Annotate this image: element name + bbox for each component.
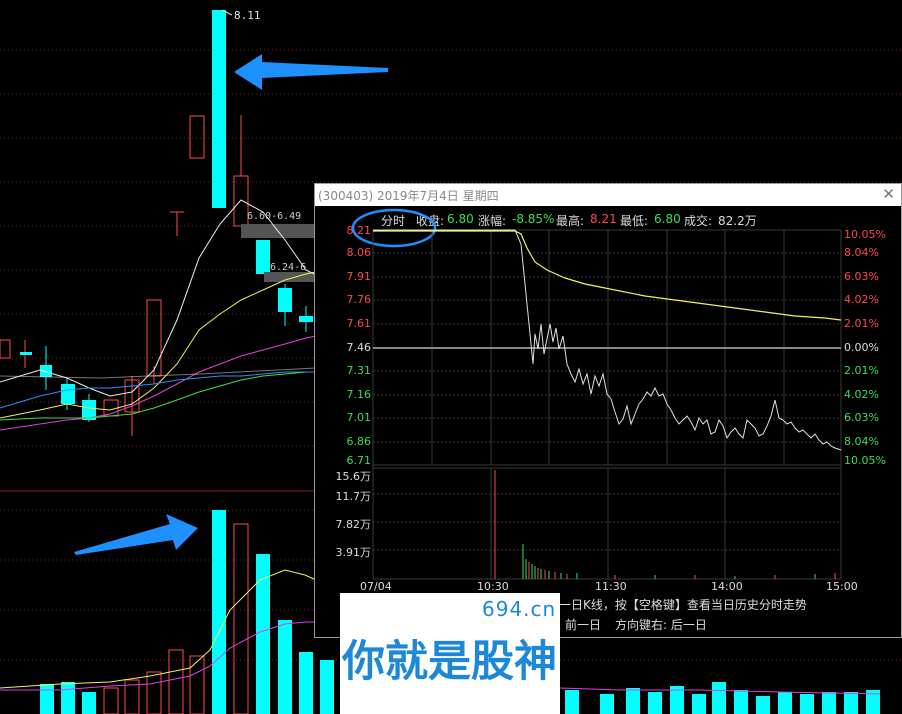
- volume-bar: [712, 682, 726, 714]
- time-axis: 07/04 10:30 11:30 14:00 15:00: [315, 580, 902, 594]
- volume-bar: [189, 655, 205, 714]
- ma10-line: [0, 271, 317, 419]
- volume-bar: [692, 694, 706, 714]
- volume-tick: 7.82万: [335, 518, 372, 531]
- volume-bar: [648, 692, 662, 714]
- volume-bar: [212, 510, 226, 714]
- percent-tick: 6.03%: [844, 270, 879, 283]
- volume-bar: [278, 620, 292, 714]
- intraday-chart: [372, 229, 842, 580]
- price-tick: 7.91: [346, 270, 372, 283]
- candle: [278, 288, 292, 312]
- ma30-line: [0, 371, 316, 421]
- volume-bar: [82, 692, 96, 714]
- volume-tick: 15.6万: [335, 470, 372, 483]
- percent-tick: 6.03%: [844, 411, 879, 424]
- volume-bar: [844, 692, 858, 714]
- time-tick: 10:30: [477, 580, 509, 593]
- volume-bar: [778, 692, 792, 714]
- volume-bar: [626, 688, 640, 714]
- percent-tick: 4.02%: [844, 293, 879, 306]
- volume-bar: [756, 696, 770, 714]
- percent-tick: 4.02%: [844, 388, 879, 401]
- candle: [0, 339, 11, 359]
- average-price-line: [373, 230, 842, 321]
- candle: [189, 115, 205, 159]
- price-tick: 8.06: [346, 246, 372, 259]
- price-tick: 8.21: [346, 224, 372, 237]
- candle: [61, 384, 75, 404]
- level-label-2: 6.24-6: [270, 262, 307, 273]
- price-axis-left: 8.21 8.06 7.91 7.76 7.61 7.46 7.31 7.16 …: [315, 224, 373, 474]
- volume-bar: [600, 694, 614, 714]
- hint-text-2a: 前一日: [565, 618, 602, 632]
- price-tick: 7.61: [346, 317, 372, 330]
- price-line: [373, 229, 842, 451]
- price-tick: 7.76: [346, 293, 372, 306]
- volume-bar: [256, 554, 270, 714]
- volume-bar: [233, 523, 249, 714]
- popup-title: (300403) 2019年7月4日 星期四: [318, 189, 499, 203]
- close-icon[interactable]: ✕: [882, 185, 895, 203]
- candle: [146, 299, 162, 377]
- intraday-grid: [372, 229, 842, 580]
- volume-tick: 3.91万: [335, 546, 372, 559]
- hint-text-1: 一日K线，按【空格键】查看当日历史分时走势: [559, 598, 807, 612]
- percent-axis-right: 10.05% 8.04% 6.03% 4.02% 2.01% 0.00% 2.0…: [844, 224, 902, 474]
- volume-bar: [146, 671, 162, 714]
- volume-bar: [800, 694, 814, 714]
- price-tick: 7.46: [346, 341, 372, 354]
- volume-bar: [320, 660, 334, 714]
- percent-tick: 8.04%: [844, 246, 879, 259]
- volume-bar: [61, 682, 75, 714]
- price-tick: 7.16: [346, 388, 372, 401]
- level-label-1: 6.60-6.49: [247, 211, 302, 222]
- volume-bar: [734, 690, 748, 714]
- percent-tick: 2.01%: [844, 364, 879, 377]
- percent-tick: 8.04%: [844, 435, 879, 448]
- annotation-arrow-bottom-icon: [74, 514, 198, 555]
- candle: [20, 352, 32, 355]
- time-tick: 15:00: [826, 580, 858, 593]
- time-tick: 11:30: [595, 580, 627, 593]
- percent-tick: 10.05%: [844, 454, 886, 467]
- volume-bar: [822, 692, 836, 714]
- price-tick: 6.71: [346, 454, 372, 467]
- candle: [212, 10, 226, 208]
- volume-bar: [103, 687, 119, 714]
- time-tick: 14:00: [711, 580, 743, 593]
- volume-axis: 15.6万 11.7万 7.82万 3.91万: [315, 468, 373, 588]
- volume-bar: [299, 652, 313, 714]
- percent-tick: 2.01%: [844, 317, 879, 330]
- percent-tick: 10.05%: [844, 228, 886, 241]
- percent-tick: 0.00%: [844, 341, 879, 354]
- candle: [299, 316, 313, 322]
- candle: [233, 175, 249, 227]
- price-tick: 6.86: [346, 435, 372, 448]
- intraday-volume-bars: [494, 470, 836, 579]
- watermark-logo: 694.cn 你就是股神: [340, 593, 560, 714]
- time-tick: 07/04: [360, 580, 392, 593]
- peak-price-label: 8.11: [234, 9, 261, 22]
- watermark-slogan: 你就是股神: [342, 637, 557, 687]
- volume-tick: 11.7万: [335, 490, 372, 503]
- popup-title-bar[interactable]: (300403) 2019年7月4日 星期四 ✕: [315, 184, 901, 206]
- intraday-popup: (300403) 2019年7月4日 星期四 ✕ 分时 收盘: 6.80 涨幅:…: [314, 183, 902, 638]
- annotation-arrow-top-icon: [234, 54, 388, 90]
- watermark-site: 694.cn: [482, 597, 557, 621]
- candle: [256, 240, 270, 274]
- volume-bar: [40, 684, 54, 714]
- price-tick: 7.01: [346, 411, 372, 424]
- hint-text-2b: 方向键右: 后一日: [615, 618, 707, 632]
- volume-bar: [565, 690, 579, 714]
- price-tick: 7.31: [346, 364, 372, 377]
